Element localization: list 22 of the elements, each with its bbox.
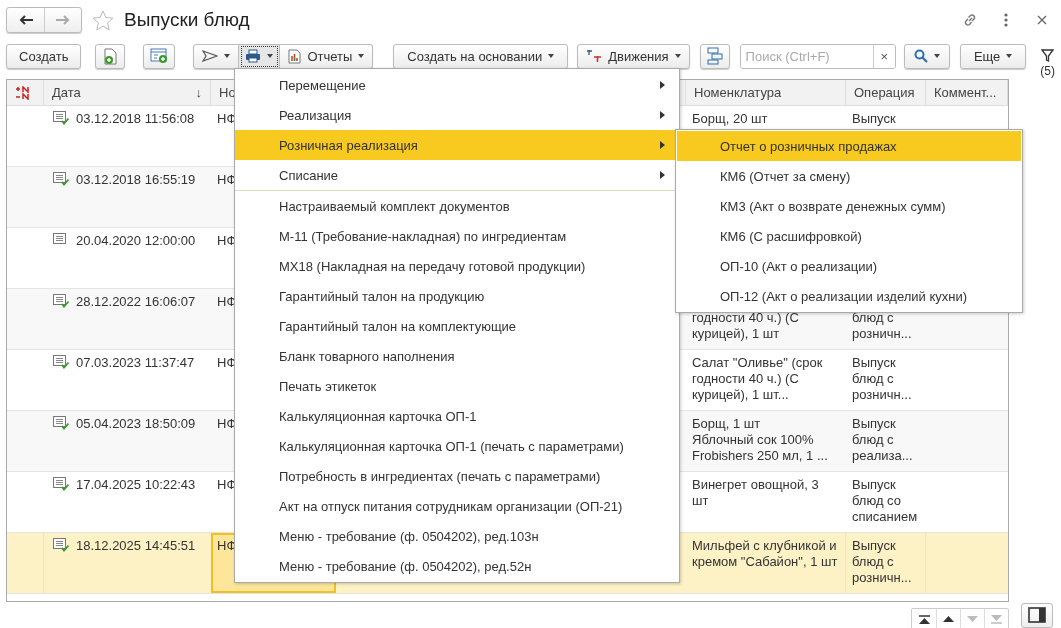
date-cell: 18.12.2025 14:45:51: [76, 538, 196, 554]
date-cell: 03.12.2018 11:56:08: [76, 111, 195, 127]
date-cell: 03.12.2018 16:55:19: [76, 172, 196, 188]
operation-cell: Выпуск блюд с розничн...: [852, 355, 912, 402]
nomenclature-cell: Мильфей с клубникой и кремом "Сабайон", 1 шт: [692, 538, 838, 569]
nomenclature-cell: Винегрет овощной, 3 шт: [692, 477, 819, 508]
operation-cell: блюд с розничн...: [852, 310, 912, 341]
date-cell: 05.04.2023 18:50:09: [76, 416, 196, 432]
nomenclature-cell: годности 40 ч.) (С курицей), 1 шт: [692, 310, 799, 341]
date-cell: 20.04.2020 12:00:00: [76, 233, 196, 249]
window-title: Выпуски блюд: [124, 9, 250, 31]
nomenclature-cell: Борщ, 20 шт: [692, 111, 768, 126]
operation-cell: Выпуск блюд с реализа...: [852, 416, 913, 463]
date-cell: 17.04.2025 10:22:43: [76, 477, 196, 493]
date-cell: 07.03.2023 11:37:47: [76, 355, 195, 371]
nomenclature-cell: Борщ, 1 шт Яблочный сок 100% Frobishers 250 мл, 1 ...: [692, 416, 828, 463]
filter-count: (5): [1040, 63, 1055, 78]
operation-cell: Выпуск блюд со списанием: [852, 477, 918, 524]
operation-cell: Выпуск блюд с розничн...: [852, 538, 912, 585]
date-cell: 28.12.2022 16:06:07: [76, 294, 196, 310]
operation-cell: Выпуск: [852, 111, 896, 126]
nomenclature-cell: Салат "Оливье" (срок годности 40 ч.) (С курицей), 1 шт...: [692, 355, 823, 402]
